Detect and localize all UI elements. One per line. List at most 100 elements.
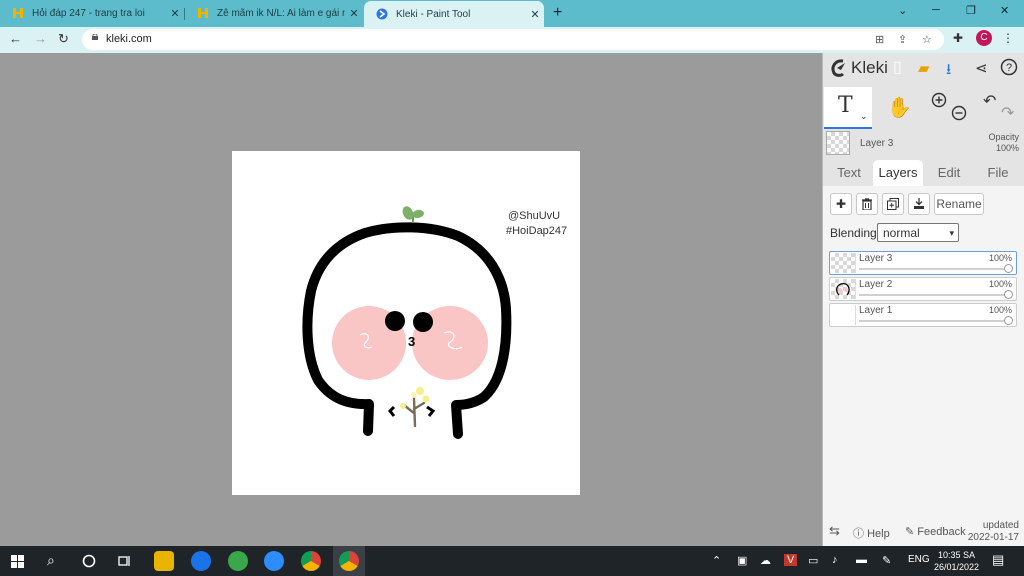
help-link[interactable]: ⓘ Help	[853, 525, 890, 541]
layer-row-2[interactable]: Layer 2 100%	[829, 277, 1017, 301]
updated-label: updated	[982, 520, 1019, 531]
layer-opacity-slider[interactable]	[859, 320, 1008, 322]
translate-icon[interactable]: ⊞	[875, 33, 884, 46]
layer-opacity: 100%	[988, 305, 1012, 315]
address-bar[interactable]: kleki.com ⊞ ⇪ ☆	[82, 29, 944, 50]
delete-layer-button[interactable]	[856, 193, 878, 215]
unikey-icon[interactable]: V	[784, 554, 798, 566]
tab-search-icon[interactable]: ⌄	[898, 4, 907, 17]
zoom-app-icon[interactable]	[264, 551, 284, 571]
drawing-artwork	[302, 206, 512, 439]
volume-icon[interactable]: ♪	[832, 554, 838, 566]
layer-thumbnail	[831, 305, 856, 325]
browser-tab-question[interactable]: Zê mãm ik N/L: Ai làm e gái nui t ✕	[185, 2, 363, 24]
opacity-value: 100%	[995, 143, 1019, 153]
layer-opacity-handle[interactable]	[1004, 290, 1013, 299]
cloud-icon[interactable]: ☁	[760, 554, 771, 567]
feedback-link[interactable]: ✎ Feedback	[905, 525, 966, 538]
redo-icon[interactable]: ↷	[1001, 103, 1014, 123]
file-explorer-icon[interactable]	[154, 551, 174, 571]
search-icon[interactable]: ⌕	[47, 552, 55, 569]
help-icon[interactable]: ?	[1000, 58, 1018, 76]
layer-opacity-slider[interactable]	[859, 268, 1008, 270]
share-page-icon[interactable]: ⇪	[898, 33, 907, 46]
zoom-out-icon[interactable]	[951, 105, 967, 121]
flower-bud	[416, 387, 424, 395]
clock-time: 10:35 SA	[938, 550, 976, 560]
close-tab-icon[interactable]: ✕	[345, 7, 363, 20]
mouth-mark: 3	[408, 334, 416, 349]
active-layer-name: Layer 3	[860, 138, 894, 149]
drawing-canvas[interactable]: 3 @ShuUvU #HoiDap247	[232, 151, 580, 495]
language-indicator[interactable]: ENG	[908, 554, 930, 565]
zoom-in-icon[interactable]	[931, 92, 947, 108]
download-icon[interactable]: ⭳	[946, 59, 951, 84]
undo-icon[interactable]: ↶	[983, 91, 996, 111]
merge-layer-button[interactable]	[908, 193, 930, 215]
layer-opacity: 100%	[988, 253, 1012, 263]
tab-text[interactable]: Text	[827, 160, 871, 186]
task-view-icon[interactable]	[118, 554, 132, 568]
network-icon[interactable]: ▭	[808, 554, 818, 567]
browser-menu-icon[interactable]: ⋮	[1002, 31, 1014, 45]
left-eye	[385, 311, 405, 331]
cortana-icon[interactable]	[82, 554, 96, 568]
chevron-down-icon: ▾	[949, 228, 954, 238]
layer-row-3[interactable]: Layer 3 100%	[829, 251, 1017, 275]
coc-coc-icon[interactable]	[228, 551, 248, 571]
rename-layer-button[interactable]: Rename	[934, 193, 984, 215]
new-tab-button[interactable]: +	[553, 4, 562, 22]
zalo-icon[interactable]	[191, 551, 211, 571]
close-tab-icon[interactable]: ✕	[166, 7, 184, 20]
tab-title: Zê mãm ik N/L: Ai làm e gái nui t	[217, 7, 345, 19]
watermark-handle: @ShuUvU	[508, 210, 561, 222]
kleki-logo-icon	[831, 59, 845, 77]
active-layer-thumbnail	[826, 131, 850, 155]
meet-now-icon[interactable]: ▣	[737, 554, 747, 567]
bookmark-star-icon[interactable]: ☆	[922, 33, 932, 46]
minimize-icon[interactable]: ─	[932, 4, 940, 16]
close-window-icon[interactable]: ✕	[1000, 4, 1009, 17]
browser-tab-hoidap[interactable]: Hỏi đáp 247 - trang tra loi ✕	[0, 2, 184, 24]
chrome-active-icon[interactable]	[339, 551, 359, 571]
notifications-icon[interactable]: ▤	[992, 552, 1004, 568]
blending-mode-select[interactable]: normal ▾	[877, 223, 959, 242]
text-tool-icon: T	[838, 93, 853, 118]
layers-pane: ✚ Rename Blending normal ▾ Layer 3 100%	[823, 186, 1024, 546]
right-hand-mark	[426, 405, 436, 417]
swap-side-icon[interactable]: ⇆	[829, 523, 840, 539]
blending-mode-value: normal	[883, 226, 920, 240]
duplicate-layer-button[interactable]	[882, 193, 904, 215]
extensions-icon[interactable]: ✚	[953, 31, 963, 45]
chevron-down-icon[interactable]: ⌄	[860, 111, 868, 122]
pen-icon[interactable]: ✎	[882, 554, 891, 567]
layer-opacity-slider[interactable]	[859, 294, 1008, 296]
profile-avatar[interactable]: C	[976, 30, 992, 46]
hoidap-favicon-icon	[198, 8, 208, 18]
chevron-up-icon[interactable]: ⌃	[712, 554, 721, 567]
open-folder-icon[interactable]: ▰	[918, 59, 930, 77]
tab-edit[interactable]: Edit	[927, 160, 971, 186]
battery-icon[interactable]: ▬	[856, 554, 867, 566]
chrome-icon[interactable]	[301, 551, 321, 571]
back-arrow-icon[interactable]: ←	[9, 31, 22, 46]
close-tab-icon[interactable]: ✕	[526, 8, 544, 21]
hand-tool-icon[interactable]: ✋	[887, 95, 912, 120]
system-clock[interactable]: 10:35 SA 26/01/2022	[934, 549, 979, 573]
forward-arrow-icon[interactable]: →	[34, 31, 47, 46]
new-image-icon[interactable]: ▯	[893, 57, 902, 77]
layer-row-1[interactable]: Layer 1 100%	[829, 303, 1017, 327]
windows-start-icon[interactable]	[11, 555, 24, 568]
reload-icon[interactable]: ↻	[58, 31, 69, 47]
tab-layers[interactable]: Layers	[873, 160, 923, 186]
restore-icon[interactable]: ❐	[966, 4, 976, 17]
share-icon[interactable]: ⋖	[975, 59, 988, 77]
text-tool-button[interactable]: T ⌄	[824, 87, 872, 129]
layer-thumbnail	[831, 253, 856, 273]
canvas-workspace[interactable]: 3 @ShuUvU #HoiDap247	[0, 53, 822, 546]
layer-opacity-handle[interactable]	[1004, 264, 1013, 273]
browser-tab-kleki[interactable]: Kleki - Paint Tool ✕	[364, 1, 544, 27]
layer-opacity-handle[interactable]	[1004, 316, 1013, 325]
add-layer-button[interactable]: ✚	[830, 193, 852, 215]
tab-file[interactable]: File	[975, 160, 1021, 186]
